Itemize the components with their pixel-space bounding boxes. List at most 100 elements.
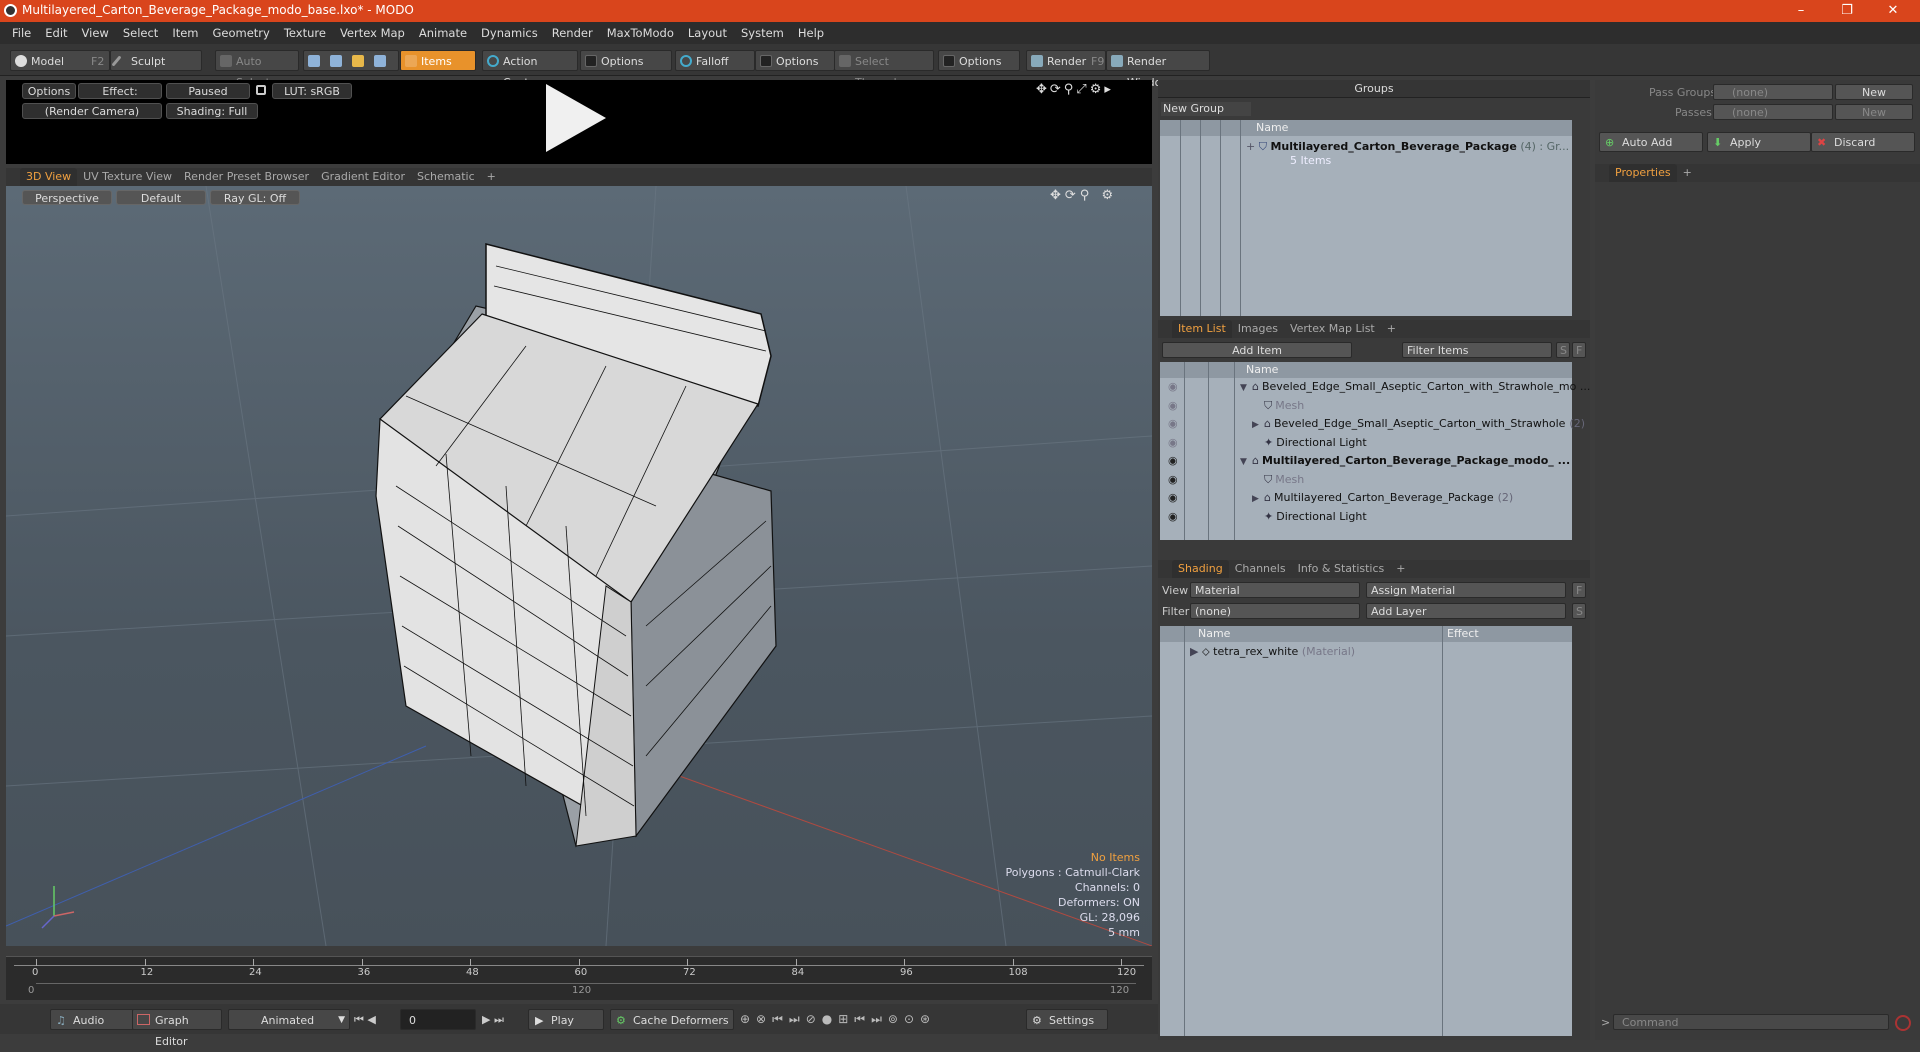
item-row[interactable]: ◉ ✦ Directional Light	[1168, 434, 1367, 452]
add-layer-dropdown[interactable]: Add Layer	[1366, 603, 1566, 619]
menu-file[interactable]: File	[5, 22, 38, 44]
record-icon[interactable]	[1895, 1015, 1911, 1031]
visibility-eye-icon[interactable]: ◉	[1168, 415, 1178, 433]
expand-arrow-icon[interactable]: ▼	[1240, 453, 1252, 471]
new-pass-button[interactable]: New	[1835, 104, 1913, 120]
filter-items-input[interactable]: Filter Items	[1402, 342, 1552, 358]
menu-render[interactable]: Render	[545, 22, 600, 44]
minimize-button[interactable]: –	[1778, 0, 1824, 22]
menu-texture[interactable]: Texture	[277, 22, 333, 44]
action-center-button[interactable]: Action Center	[482, 50, 578, 89]
menu-help[interactable]: Help	[791, 22, 831, 44]
add-item-dropdown[interactable]: Add Item	[1162, 342, 1352, 358]
filter-f-button[interactable]: F	[1572, 342, 1586, 358]
expand-arrow-icon[interactable]: ▼	[1240, 379, 1252, 397]
menu-maxtomodo[interactable]: MaxToModo	[600, 22, 681, 44]
graph-editor-button[interactable]: Graph Editor	[132, 1009, 222, 1048]
material-row[interactable]: ▶ ⬦ tetra_rex_white (Material)	[1190, 643, 1355, 661]
menu-item[interactable]: Item	[165, 22, 205, 44]
skip-back-icons[interactable]: ⏮ ◀	[354, 1013, 376, 1027]
tab-uv-texture-view[interactable]: UV Texture View	[77, 168, 178, 186]
tab-images[interactable]: Images	[1232, 320, 1284, 338]
tab-3d-view[interactable]: 3D View	[20, 168, 78, 186]
visibility-eye-icon[interactable]: ◉	[1168, 508, 1178, 526]
menu-animate[interactable]: Animate	[412, 22, 474, 44]
tab-vertex-map-list[interactable]: Vertex Map List	[1284, 320, 1381, 338]
vertices-mode-icon[interactable]	[308, 55, 320, 67]
item-row[interactable]: ◉ ⛉ Mesh	[1168, 471, 1304, 489]
lock-icon[interactable]	[256, 85, 266, 95]
render-button[interactable]: Render F9	[1026, 50, 1106, 71]
restore-button[interactable]: ❐	[1824, 0, 1870, 22]
menu-select[interactable]: Select	[116, 22, 165, 44]
new-pass-group-button[interactable]: New	[1835, 84, 1913, 100]
expand-icon[interactable]: +	[1246, 140, 1259, 153]
play-preview-icon[interactable]	[546, 84, 606, 152]
menu-dynamics[interactable]: Dynamics	[474, 22, 545, 44]
add-tab-button[interactable]: +	[1677, 164, 1698, 182]
visibility-eye-icon[interactable]: ◉	[1168, 452, 1178, 470]
add-tab-button[interactable]: +	[1381, 320, 1402, 338]
items-mode-button[interactable]: Items	[400, 50, 476, 71]
assign-material-dropdown[interactable]: Assign Material	[1366, 582, 1566, 598]
camera-dropdown[interactable]: (Render Camera)	[22, 103, 162, 119]
play-button[interactable]: ▶ Play	[528, 1009, 604, 1030]
shading-dropdown[interactable]: Shading: Full	[166, 103, 258, 119]
settings-button[interactable]: ⚙ Settings	[1026, 1009, 1108, 1030]
item-row[interactable]: ◉ ✦ Directional Light	[1168, 508, 1367, 526]
item-row[interactable]: ◉ ⛉ Mesh	[1168, 397, 1304, 415]
key-controls-icons[interactable]: ⊕⊗⏮⏭⊘●⊞⏮⏭⊚⊙⊛	[740, 1012, 936, 1027]
discard-button[interactable]: ✖ Discard	[1811, 132, 1915, 152]
edges-mode-icon[interactable]	[330, 55, 342, 67]
add-tab-button[interactable]: +	[1390, 560, 1411, 578]
paused-toggle[interactable]: Paused	[166, 83, 250, 99]
tab-item-list[interactable]: Item List	[1172, 320, 1232, 338]
step-forward-icons[interactable]: ▶ ⏭	[482, 1013, 504, 1027]
shading-f-button[interactable]: F	[1572, 582, 1586, 598]
shading-s-button[interactable]: S	[1572, 603, 1586, 619]
visibility-eye-icon[interactable]: ◉	[1168, 434, 1178, 452]
visibility-eye-icon[interactable]: ◉	[1168, 397, 1178, 415]
lut-dropdown[interactable]: LUT: sRGB	[272, 83, 352, 99]
menu-layout[interactable]: Layout	[681, 22, 734, 44]
model-mode-button[interactable]: Model F2	[10, 50, 110, 71]
item-row[interactable]: ◉ ▶ ⌂ Multilayered_Carton_Beverage_Package(…	[1168, 489, 1513, 508]
select-through-options-button[interactable]: Options	[938, 50, 1020, 71]
3d-viewport[interactable]: Perspective Default Ray GL: Off ✥⟳⚲ ⚙ No…	[6, 186, 1152, 946]
menu-edit[interactable]: Edit	[38, 22, 74, 44]
item-row[interactable]: ◉ ▼ ⌂ Beveled_Edge_Small_Aseptic_Carton_wit…	[1168, 378, 1590, 397]
item-row[interactable]: ◉ ▶ ⌂ Beveled_Edge_Small_Aseptic_Carton_wit…	[1168, 415, 1585, 433]
visibility-eye-icon[interactable]: ◉	[1168, 378, 1178, 396]
apply-button[interactable]: ⬇ Apply	[1707, 132, 1811, 152]
preview-options-button[interactable]: Options	[22, 83, 76, 99]
new-group-button[interactable]: New Group	[1161, 102, 1251, 116]
timeline[interactable]: 0 12 24 36 48 60 72 84 96 108 120 0 120 120	[6, 956, 1152, 1000]
tab-properties[interactable]: Properties	[1609, 164, 1677, 182]
select-through-button[interactable]: Select Through	[834, 50, 934, 89]
sculpt-mode-button[interactable]: Sculpt	[110, 50, 202, 71]
audio-button[interactable]: ♫ Audio	[50, 1009, 134, 1030]
tab-gradient-editor[interactable]: Gradient Editor	[315, 168, 411, 186]
tab-info-statistics[interactable]: Info & Statistics	[1292, 560, 1391, 578]
cache-deformers-button[interactable]: ⚙ Cache Deformers	[610, 1009, 734, 1030]
menu-view[interactable]: View	[75, 22, 116, 44]
visibility-eye-icon[interactable]: ◉	[1168, 489, 1178, 507]
tab-render-preset-browser[interactable]: Render Preset Browser	[178, 168, 315, 186]
close-button[interactable]: ✕	[1870, 0, 1916, 22]
effect-dropdown[interactable]: Effect: (Shadi...	[78, 83, 162, 114]
render-window-button[interactable]: Render Window	[1106, 50, 1210, 89]
animated-dropdown[interactable]: Animated ▼	[228, 1009, 350, 1030]
menu-geometry[interactable]: Geometry	[206, 22, 277, 44]
action-center-options-button[interactable]: Options	[580, 50, 672, 71]
auto-add-button[interactable]: ⊕ Auto Add	[1599, 132, 1703, 152]
filter-s-button[interactable]: S	[1556, 342, 1570, 358]
tab-schematic[interactable]: Schematic	[411, 168, 481, 186]
pass-groups-dropdown[interactable]: (none)	[1713, 84, 1833, 100]
expand-arrow-icon[interactable]: ▶	[1190, 645, 1202, 658]
tab-shading[interactable]: Shading	[1172, 560, 1229, 578]
expand-arrow-icon[interactable]: ▶	[1252, 490, 1264, 508]
visibility-eye-icon[interactable]: ◉	[1168, 471, 1178, 489]
frame-input[interactable]: 0	[400, 1009, 476, 1030]
view-dropdown[interactable]: Material	[1190, 582, 1360, 598]
add-tab-button[interactable]: +	[481, 168, 502, 186]
